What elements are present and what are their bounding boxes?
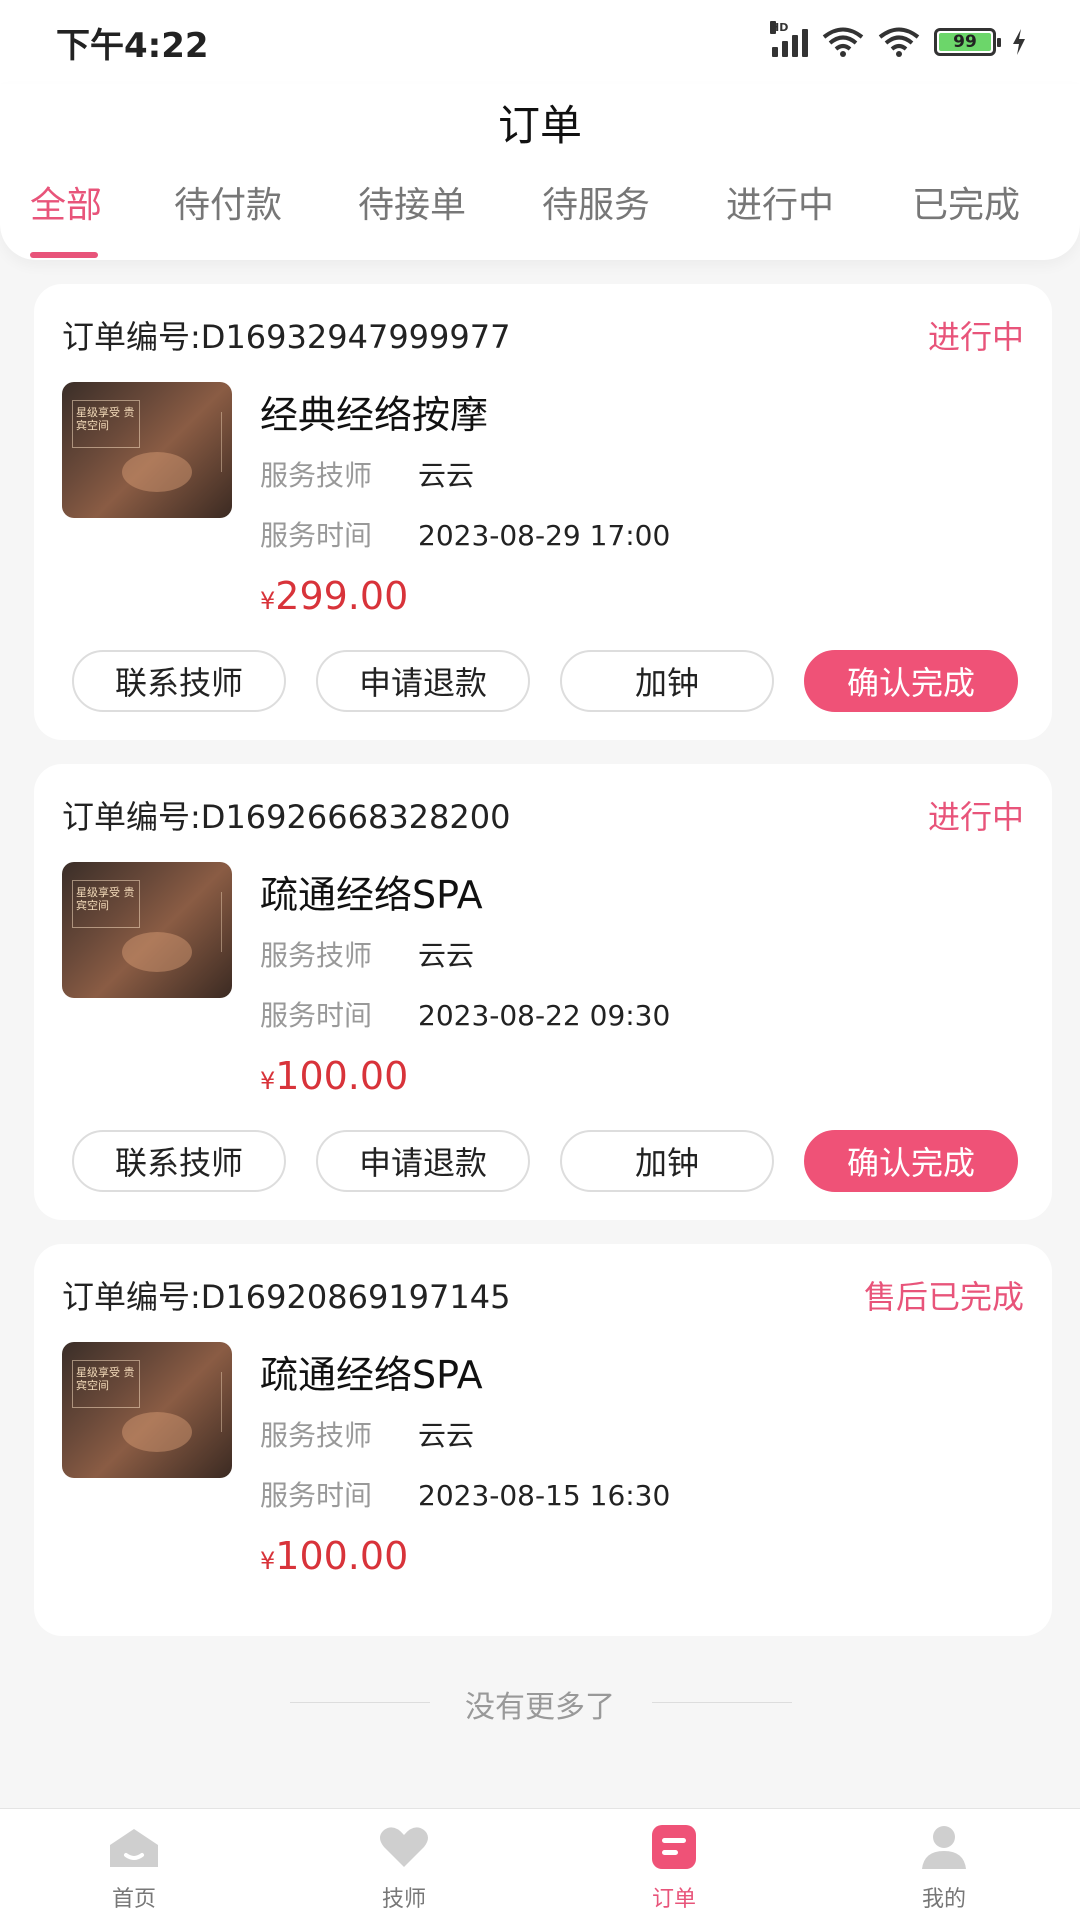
tab-all[interactable]: 全部: [30, 176, 102, 228]
currency-symbol: ¥: [260, 1547, 276, 1575]
currency-symbol: ¥: [260, 587, 276, 615]
nav-profile[interactable]: 我的: [874, 1823, 1014, 1913]
heart-icon: [380, 1827, 428, 1867]
price-amount: 299.00: [275, 574, 409, 618]
service-time-label: 服务时间: [260, 519, 373, 552]
technician-row: 服务技师 云云: [260, 454, 474, 494]
technician-name: 云云: [418, 939, 475, 972]
order-number-value: D16926668328200: [200, 798, 511, 836]
request-refund-button[interactable]: 申请退款: [316, 650, 530, 712]
order-number: 订单编号:D16920869197145: [62, 1272, 510, 1318]
contact-technician-button[interactable]: 联系技师: [72, 1130, 286, 1192]
order-card[interactable]: 订单编号:D16920869197145 售后已完成 星级享受 贵宾空间 疏通经…: [34, 1244, 1052, 1636]
thumbnail-caption: 星级享受 贵宾空间: [76, 886, 135, 912]
profile-icon: [922, 1826, 966, 1869]
order-tabs: 全部 待付款 待接单 待服务 进行中 已完成: [0, 176, 1080, 246]
order-number-label: 订单编号:: [62, 1278, 201, 1316]
order-price: ¥299.00: [260, 574, 408, 618]
bottom-tab-bar: 首页 技师 订单 我的: [0, 1808, 1080, 1920]
battery-icon: 99: [934, 28, 1001, 56]
technician-label: 服务技师: [260, 459, 373, 492]
nav-home[interactable]: 首页: [64, 1823, 204, 1913]
technician-row: 服务技师 云云: [260, 934, 474, 974]
price-amount: 100.00: [275, 1054, 409, 1098]
nav-orders-label: 订单: [651, 1887, 696, 1912]
order-card[interactable]: 订单编号:D16932947999977 进行中 星级享受 贵宾空间 经典经络按…: [34, 284, 1052, 740]
status-bar: 下午4:22 HD 99: [0, 0, 1080, 84]
tab-in-progress[interactable]: 进行中: [726, 176, 834, 228]
status-icons: HD 99: [770, 21, 1028, 62]
page-header: 订单 全部 待付款 待接单 待服务 进行中 已完成: [0, 84, 1080, 260]
order-card[interactable]: 订单编号:D16926668328200 进行中 星级享受 贵宾空间 疏通经络S…: [34, 764, 1052, 1220]
tab-completed[interactable]: 已完成: [912, 176, 1020, 228]
technician-row: 服务技师 云云: [260, 1414, 474, 1454]
service-thumbnail[interactable]: 星级享受 贵宾空间: [62, 1342, 232, 1478]
nav-orders[interactable]: 订单: [604, 1823, 744, 1913]
service-name: 经典经络按摩: [260, 393, 489, 437]
nav-profile-label: 我的: [921, 1887, 966, 1912]
order-number: 订单编号:D16926668328200: [62, 792, 510, 838]
currency-symbol: ¥: [260, 1067, 276, 1095]
order-number: 订单编号:D16932947999977: [62, 312, 510, 358]
order-status: 进行中: [927, 318, 1024, 356]
extend-time-button[interactable]: 加钟: [560, 1130, 774, 1192]
price-amount: 100.00: [275, 1534, 409, 1578]
status-time: 下午4:22: [56, 26, 209, 66]
network-type-label: HD: [770, 21, 789, 34]
nav-home-label: 首页: [111, 1887, 156, 1912]
technician-name: 云云: [418, 1419, 475, 1452]
wifi-icon: [822, 27, 864, 57]
service-time-label: 服务时间: [260, 1479, 373, 1512]
order-icon: [652, 1825, 696, 1869]
service-name: 疏通经络SPA: [260, 873, 483, 917]
service-time-row: 服务时间 2023-08-22 09:30: [260, 994, 670, 1034]
service-name: 疏通经络SPA: [260, 1353, 483, 1397]
service-time-row: 服务时间 2023-08-29 17:00: [260, 514, 670, 554]
list-end-text: 没有更多了: [465, 1690, 615, 1725]
active-tab-indicator: [30, 252, 98, 258]
tab-pending-acceptance[interactable]: 待接单: [358, 176, 466, 228]
service-thumbnail[interactable]: 星级享受 贵宾空间: [62, 382, 232, 518]
cellular-signal-icon: HD: [770, 21, 808, 57]
order-number-label: 订单编号:: [62, 318, 201, 356]
contact-technician-button[interactable]: 联系技师: [72, 650, 286, 712]
home-icon: [110, 1829, 158, 1867]
confirm-complete-button[interactable]: 确认完成: [804, 1130, 1018, 1192]
wifi-icon: [878, 27, 920, 57]
order-status: 售后已完成: [863, 1278, 1024, 1316]
order-price: ¥100.00: [260, 1054, 408, 1098]
service-time: 2023-08-29 17:00: [418, 519, 671, 552]
technician-label: 服务技师: [260, 1419, 373, 1452]
nav-technicians-label: 技师: [381, 1887, 426, 1912]
page-title: 订单: [497, 101, 582, 150]
nav-technicians[interactable]: 技师: [334, 1823, 474, 1913]
service-time: 2023-08-15 16:30: [418, 1479, 671, 1512]
order-price: ¥100.00: [260, 1534, 408, 1578]
extend-time-button[interactable]: 加钟: [560, 650, 774, 712]
tab-pending-service[interactable]: 待服务: [542, 176, 650, 228]
order-number-value: D16932947999977: [200, 318, 511, 356]
order-number-value: D16920869197145: [200, 1278, 511, 1316]
thumbnail-caption: 星级享受 贵宾空间: [76, 406, 135, 432]
order-status: 进行中: [927, 798, 1024, 836]
service-thumbnail[interactable]: 星级享受 贵宾空间: [62, 862, 232, 998]
service-time-row: 服务时间 2023-08-15 16:30: [260, 1474, 670, 1514]
battery-level: 99: [939, 32, 991, 52]
technician-name: 云云: [418, 459, 475, 492]
technician-label: 服务技师: [260, 939, 373, 972]
thumbnail-caption: 星级享受 贵宾空间: [76, 1366, 135, 1392]
charging-icon: [1013, 29, 1025, 55]
service-time: 2023-08-22 09:30: [418, 999, 671, 1032]
order-number-label: 订单编号:: [62, 798, 201, 836]
request-refund-button[interactable]: 申请退款: [316, 1130, 530, 1192]
tab-pending-payment[interactable]: 待付款: [174, 176, 282, 228]
confirm-complete-button[interactable]: 确认完成: [804, 650, 1018, 712]
service-time-label: 服务时间: [260, 999, 373, 1032]
divider: [652, 1702, 792, 1703]
